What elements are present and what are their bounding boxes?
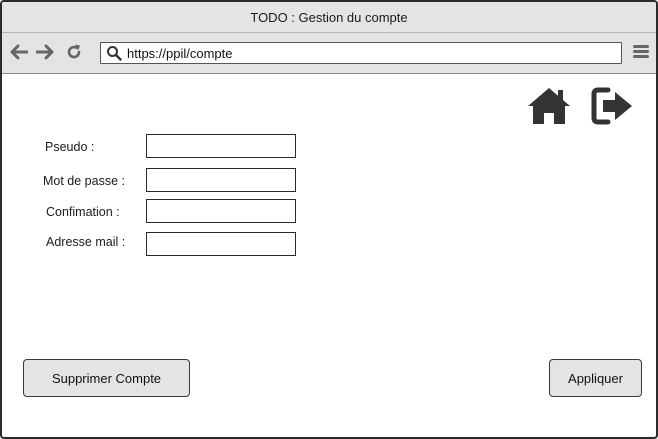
password-input[interactable] bbox=[146, 168, 296, 192]
browser-toolbar bbox=[2, 33, 656, 74]
window-title: TODO : Gestion du compte bbox=[250, 9, 408, 25]
arrow-left-icon[interactable] bbox=[8, 41, 30, 63]
logout-icon[interactable] bbox=[590, 86, 636, 126]
reload-icon[interactable] bbox=[63, 41, 85, 63]
password-label: Mot de passe : bbox=[43, 174, 125, 188]
url-input[interactable] bbox=[125, 45, 607, 61]
email-input[interactable] bbox=[146, 232, 296, 256]
address-bar[interactable] bbox=[100, 42, 622, 64]
confirmation-input[interactable] bbox=[146, 199, 296, 223]
pseudo-label: Pseudo : bbox=[45, 140, 95, 154]
apply-button[interactable]: Appliquer bbox=[549, 359, 642, 397]
confirmation-label: Confimation : bbox=[46, 205, 120, 219]
search-icon bbox=[103, 43, 125, 63]
page-content: Pseudo : Mot de passe : Confimation : Ad… bbox=[2, 74, 656, 437]
pseudo-input[interactable] bbox=[146, 134, 296, 158]
window-titlebar: TODO : Gestion du compte bbox=[2, 2, 656, 33]
home-icon[interactable] bbox=[526, 86, 572, 126]
hamburger-menu-icon[interactable] bbox=[632, 43, 650, 63]
arrow-right-icon[interactable] bbox=[34, 41, 56, 63]
delete-account-button[interactable]: Supprimer Compte bbox=[23, 359, 190, 397]
browser-window: TODO : Gestion du compte https://ppil/co… bbox=[0, 0, 658, 439]
email-label: Adresse mail : bbox=[46, 235, 126, 249]
